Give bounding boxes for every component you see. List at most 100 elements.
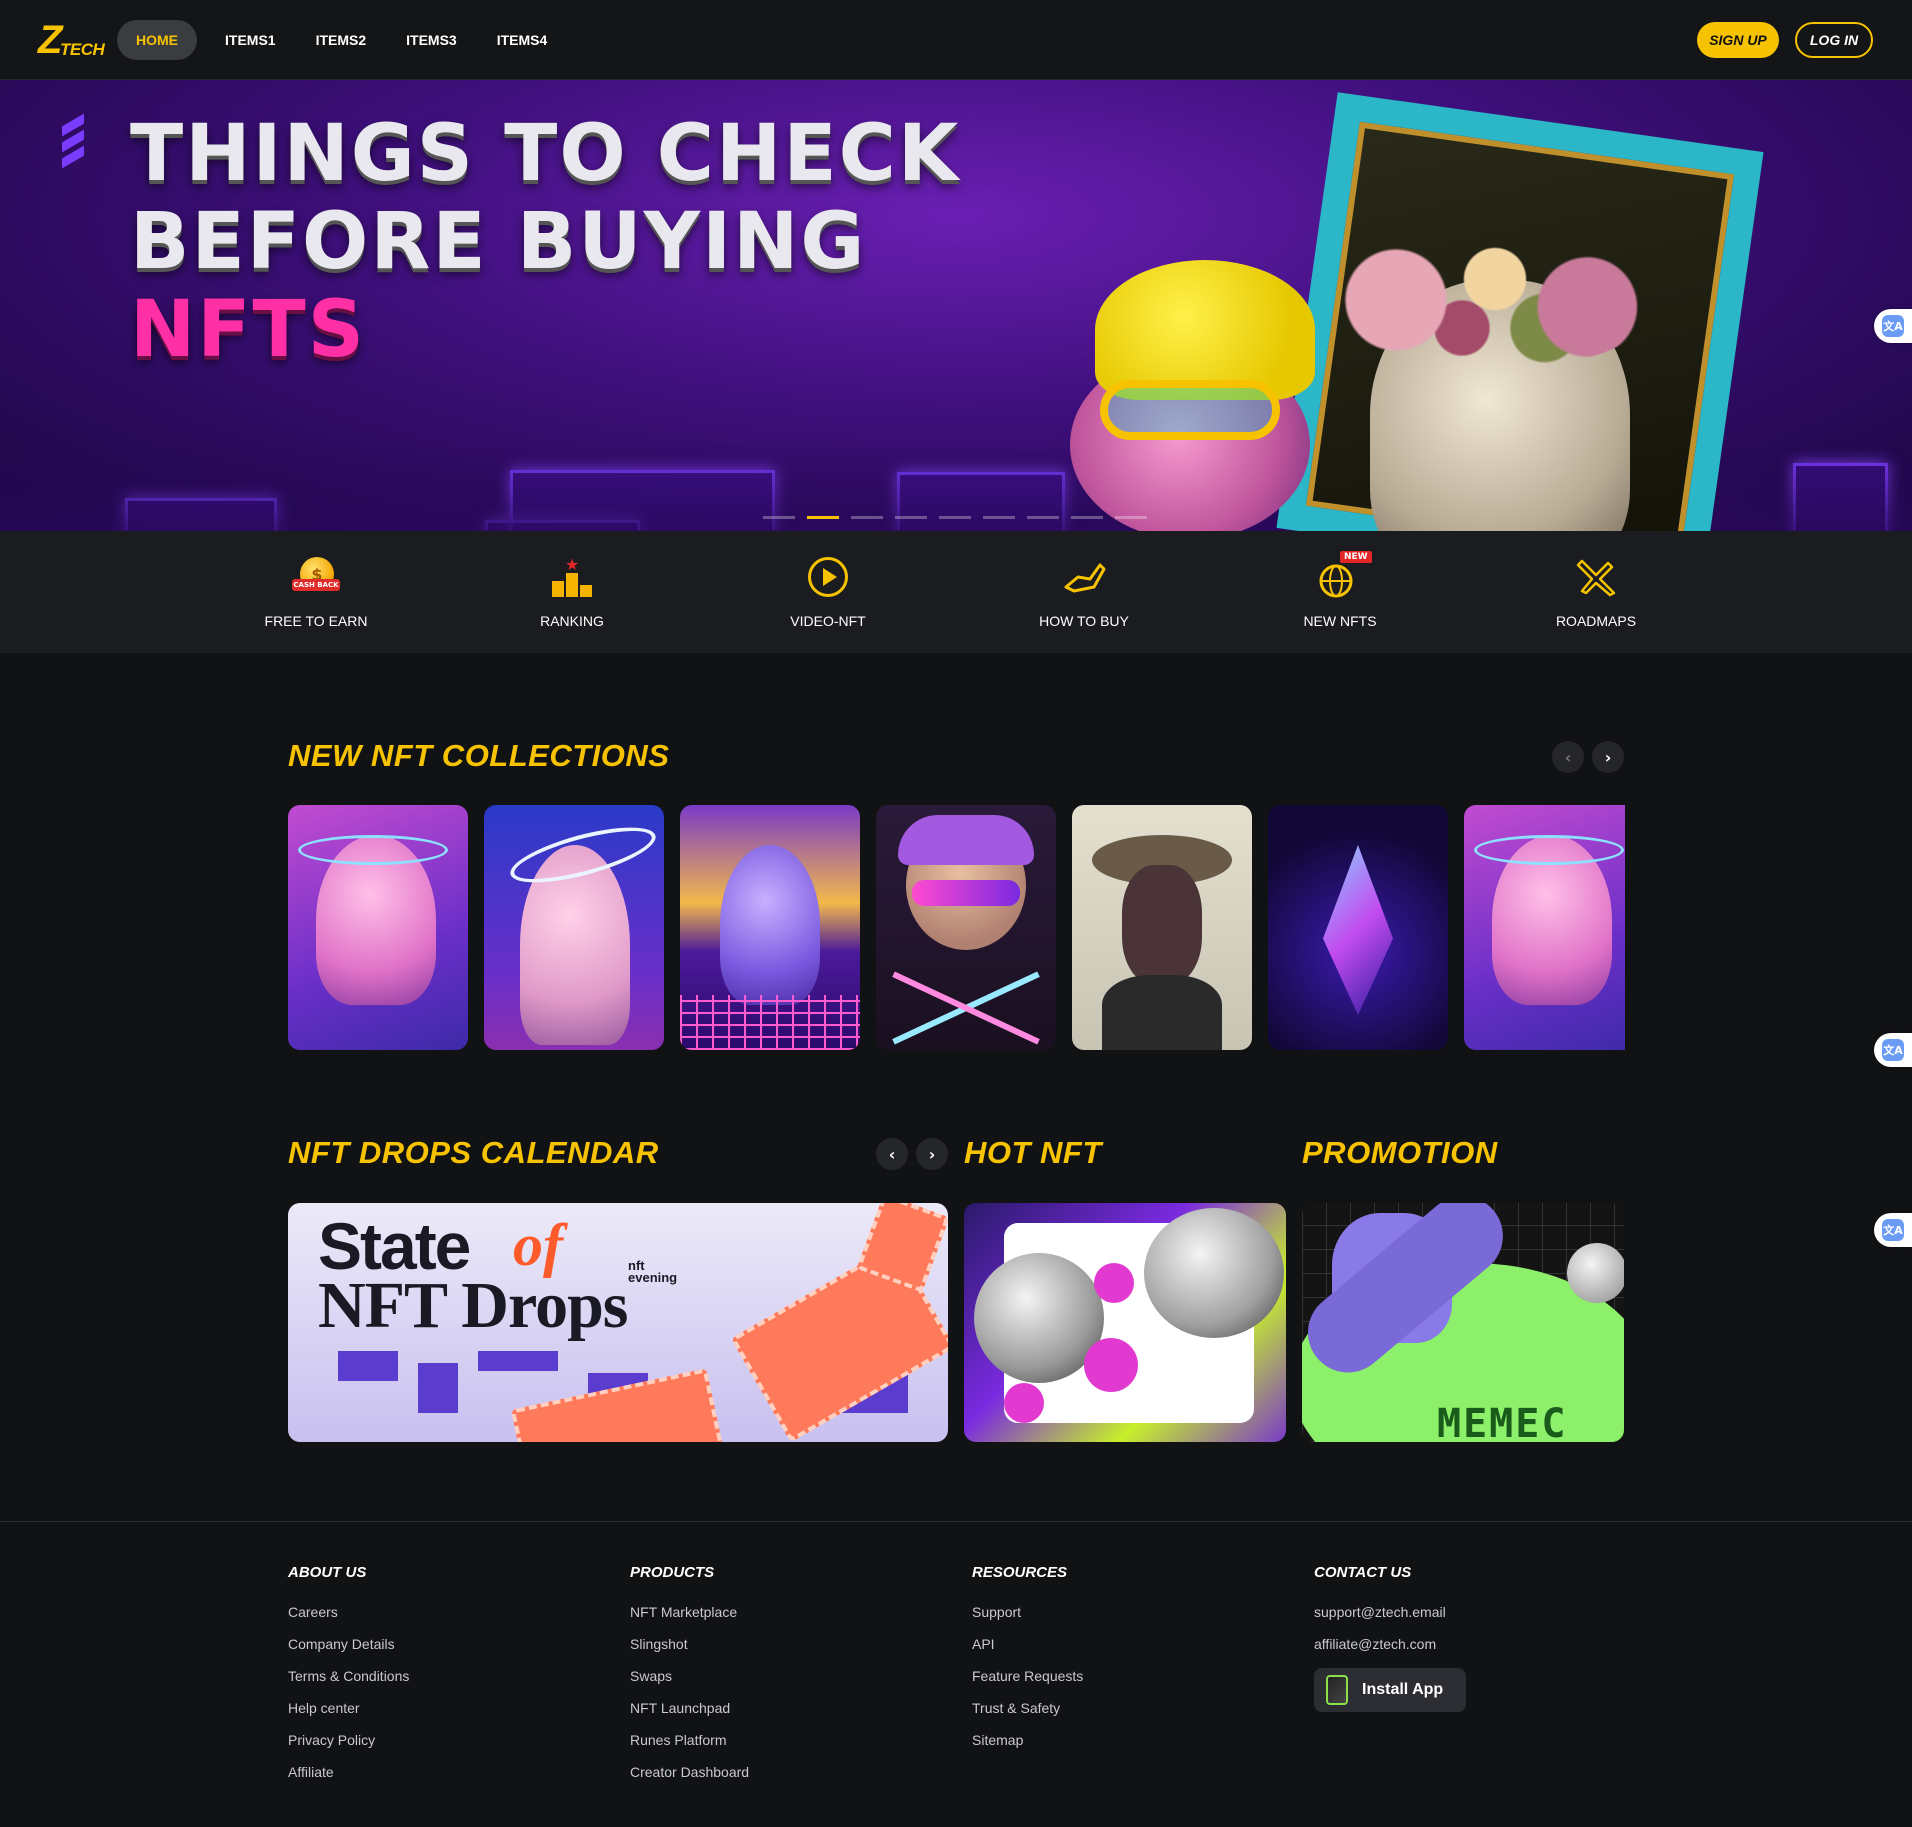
category-ranking[interactable]: ★ RANKING	[497, 553, 647, 629]
category-label: NEW NFTS	[1303, 613, 1377, 629]
footer-link[interactable]: NFT Launchpad	[630, 1699, 749, 1731]
nftevening-logo: nft evening	[628, 1258, 678, 1285]
category-new-nfts[interactable]: NEW NEW NFTS	[1265, 551, 1415, 629]
phone-icon	[1326, 1675, 1348, 1705]
hero-line-2: BEFORE BUYING	[130, 197, 867, 287]
nft-card[interactable]	[680, 805, 860, 1050]
translate-widget[interactable]: 文A	[1874, 309, 1912, 343]
footer-link[interactable]: NFT Marketplace	[630, 1603, 749, 1635]
carousel-dot[interactable]	[939, 516, 971, 519]
promotion-banner[interactable]: MEMEC	[1302, 1203, 1624, 1442]
category-video-nft[interactable]: VIDEO-NFT	[753, 553, 903, 629]
footer-link[interactable]: Company Details	[288, 1635, 409, 1667]
category-how-to-buy[interactable]: HOW TO BUY	[1009, 553, 1159, 629]
nav-items4[interactable]: ITEMS4	[479, 20, 566, 60]
footer-heading: PRODUCTS	[630, 1564, 715, 1581]
logo-text: TECH	[60, 40, 105, 59]
carousel-dot[interactable]	[807, 516, 839, 519]
footer-col-resources: RESOURCES Support API Feature Requests T…	[972, 1564, 1083, 1763]
nft-card[interactable]	[1464, 805, 1625, 1050]
footer-link[interactable]: Swaps	[630, 1667, 749, 1699]
carousel-dot[interactable]	[1027, 516, 1059, 519]
footer-link[interactable]: Careers	[288, 1603, 409, 1635]
hot-nft-banner[interactable]	[964, 1203, 1286, 1442]
footer-link[interactable]: Terms & Conditions	[288, 1667, 409, 1699]
monkey-hat	[1095, 260, 1315, 400]
logo-mark: Z	[38, 18, 63, 62]
collections-carousel	[288, 805, 1625, 1050]
translate-icon: 文A	[1882, 315, 1904, 337]
footer-link[interactable]: Feature Requests	[972, 1667, 1083, 1699]
hero-line-3: NFTS	[130, 285, 366, 375]
logo[interactable]: Z TECH	[38, 18, 105, 62]
nft-card[interactable]	[484, 805, 664, 1050]
collections-prev-button[interactable]: ‹	[1552, 741, 1584, 773]
hero-banner[interactable]: THINGS TO CHECK BEFORE BUYING NFTS	[0, 80, 1912, 531]
footer-heading: RESOURCES	[972, 1564, 1068, 1581]
heart-graphic	[1004, 1383, 1044, 1423]
main-nav: HOME ITEMS1 ITEMS2 ITEMS3 ITEMS4	[117, 20, 569, 60]
footer-link[interactable]: Runes Platform	[630, 1731, 749, 1763]
ranking-podium-icon: ★	[548, 553, 596, 601]
section-title-drops: NFT DROPS CALENDAR	[288, 1135, 659, 1170]
nft-card[interactable]	[288, 805, 468, 1050]
drops-next-button[interactable]: ›	[916, 1138, 948, 1170]
footer-email-affiliate[interactable]: affiliate@ztech.com	[1314, 1635, 1446, 1667]
globe-icon: NEW	[1316, 551, 1372, 601]
star-icon: ★	[565, 555, 580, 574]
category-label: ROADMAPS	[1555, 613, 1637, 629]
heart-graphic	[1084, 1338, 1138, 1392]
footer-link[interactable]: Affiliate	[288, 1763, 409, 1795]
login-button[interactable]: LOG IN	[1795, 22, 1873, 58]
translate-widget[interactable]: 文A	[1874, 1033, 1912, 1067]
drops-prev-button[interactable]: ‹	[876, 1138, 908, 1170]
section-title-hot-nft: HOT NFT	[964, 1135, 1102, 1170]
category-roadmaps[interactable]: ROADMAPS	[1521, 553, 1671, 629]
footer-link[interactable]: Privacy Policy	[288, 1731, 409, 1763]
footer-col-about: ABOUT US Careers Company Details Terms &…	[288, 1564, 409, 1795]
nav-items3[interactable]: ITEMS3	[388, 20, 475, 60]
footer-link[interactable]: Creator Dashboard	[630, 1763, 749, 1795]
collections-next-button[interactable]: ›	[1592, 741, 1624, 773]
signup-button[interactable]: SIGN UP	[1697, 22, 1779, 58]
footer-heading: CONTACT US	[1314, 1564, 1412, 1581]
carousel-dot[interactable]	[1115, 516, 1147, 519]
footer-link[interactable]: Trust & Safety	[972, 1699, 1083, 1731]
heart-graphic	[1094, 1263, 1134, 1303]
airplane-icon	[1572, 553, 1620, 601]
footer-email-support[interactable]: support@ztech.email	[1314, 1603, 1446, 1635]
footer-heading: ABOUT US	[288, 1564, 367, 1581]
translate-widget[interactable]: 文A	[1874, 1213, 1912, 1247]
install-app-button[interactable]: Install App	[1314, 1668, 1466, 1712]
nft-card[interactable]	[1072, 805, 1252, 1050]
category-free-to-earn[interactable]: $ CASH BACK FREE TO EARN	[241, 553, 391, 629]
footer-link[interactable]: Sitemap	[972, 1731, 1083, 1763]
monkey-glasses	[1100, 380, 1280, 440]
banner-title-nft-drops: NFT Drops	[318, 1269, 628, 1342]
footer-link[interactable]: Help center	[288, 1699, 409, 1731]
carousel-indicators	[763, 516, 1159, 520]
nav-items1[interactable]: ITEMS1	[207, 20, 294, 60]
footer-link[interactable]: Support	[972, 1603, 1083, 1635]
footer-link[interactable]: Slingshot	[630, 1635, 749, 1667]
carousel-dot[interactable]	[851, 516, 883, 519]
category-bar: $ CASH BACK FREE TO EARN ★ RANKING VIDEO…	[0, 531, 1912, 653]
footer-link[interactable]: API	[972, 1635, 1083, 1667]
hero-line-1: THINGS TO CHECK	[130, 109, 961, 199]
new-badge: NEW	[1340, 551, 1372, 563]
carousel-dot[interactable]	[763, 516, 795, 519]
nav-items2[interactable]: ITEMS2	[298, 20, 385, 60]
site-footer: ABOUT US Careers Company Details Terms &…	[0, 1521, 1912, 1827]
nft-card[interactable]	[876, 805, 1056, 1050]
category-label: RANKING	[540, 613, 604, 629]
metal-ball	[1567, 1243, 1624, 1303]
footer-col-contact: CONTACT US support@ztech.email affiliate…	[1314, 1564, 1446, 1667]
carousel-dot[interactable]	[983, 516, 1015, 519]
carousel-dot[interactable]	[895, 516, 927, 519]
nft-card[interactable]	[1268, 805, 1448, 1050]
nft-drops-banner[interactable]: State of nft evening NFT Drops	[288, 1203, 948, 1442]
carousel-dot[interactable]	[1071, 516, 1103, 519]
nav-home[interactable]: HOME	[117, 20, 197, 60]
translate-icon: 文A	[1882, 1219, 1904, 1241]
hero-artwork	[1040, 80, 1912, 531]
